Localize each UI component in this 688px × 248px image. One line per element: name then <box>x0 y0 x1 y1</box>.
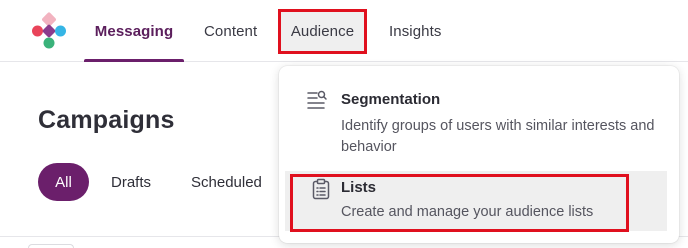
tab-insights[interactable]: Insights <box>389 0 442 62</box>
tab-audience-label: Audience <box>290 23 355 40</box>
tab-messaging-label: Messaging <box>94 22 174 40</box>
filter-scheduled-button[interactable]: Scheduled <box>191 163 262 201</box>
menu-item-segmentation[interactable]: Segmentation Identify groups of users wi… <box>279 80 679 166</box>
filter-all-label: All <box>55 173 72 191</box>
table-header-stub <box>28 244 74 248</box>
tab-insights-label: Insights <box>389 22 442 40</box>
menu-item-segmentation-title: Segmentation <box>341 91 441 108</box>
clipboard-list-icon <box>310 178 332 200</box>
menu-item-lists-title: Lists <box>341 179 377 196</box>
filter-scheduled-label: Scheduled <box>191 173 262 191</box>
page-title: Campaigns <box>38 106 175 134</box>
audience-dropdown-menu: Segmentation Identify groups of users wi… <box>279 66 679 243</box>
tab-content[interactable]: Content <box>204 0 257 62</box>
filter-drafts-button[interactable]: Drafts <box>111 163 151 201</box>
tab-messaging[interactable]: Messaging <box>84 0 184 62</box>
tab-audience[interactable]: Audience <box>278 9 367 54</box>
segmentation-icon <box>306 89 328 111</box>
tab-content-label: Content <box>204 22 258 40</box>
filter-drafts-label: Drafts <box>111 173 152 191</box>
menu-item-lists[interactable]: Lists Create and manage your audience li… <box>285 171 667 231</box>
menu-item-segmentation-description: Identify groups of users with similar in… <box>341 118 655 155</box>
top-navigation: Messaging Content Audience Insights <box>0 0 688 62</box>
filter-all-button[interactable]: All <box>38 163 89 201</box>
brand-logo-icon[interactable] <box>30 12 68 50</box>
active-tab-indicator <box>84 59 184 62</box>
menu-item-lists-description: Create and manage your audience lists <box>341 204 594 220</box>
